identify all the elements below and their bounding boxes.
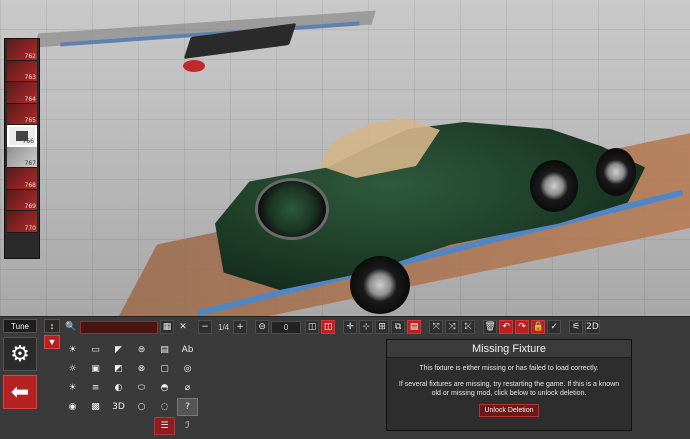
vent-icon[interactable]: ▣ [85,360,106,378]
view-2d-button[interactable]: 2D [585,320,600,334]
front-wheel-far [596,148,636,196]
oval-icon[interactable]: ⬭ [131,379,152,397]
align-icon[interactable]: ⊹ [359,320,374,334]
tool-c-icon[interactable]: ⤪ [461,320,476,334]
mirror-mode-icon[interactable]: ⚟ [569,320,584,334]
ring-icon[interactable]: ○ [131,398,152,416]
dialog-message: This fixture is either missing or has fa… [419,365,599,372]
sticker-icon[interactable]: ℐ [177,417,198,435]
paste-icon[interactable]: ▤ [407,320,422,334]
tool-a-icon[interactable]: ⤧ [429,320,444,334]
3d-mode-button[interactable]: 3D [108,398,129,416]
fixture-number: 765 [24,117,36,124]
previous-page-icon[interactable]: − [198,320,212,334]
dialog-title: Missing Fixture [387,340,631,358]
mirror-fixture-icon[interactable]: ◩ [108,360,129,378]
snap-icon[interactable]: ⊞ [375,320,390,334]
3d-viewport[interactable] [0,0,690,316]
trim-icon[interactable]: ≡ [85,379,106,397]
fixture-number: 762 [24,52,36,60]
dialog-hint: If several fixtures are missing, try res… [398,381,620,397]
search-input[interactable] [80,320,158,334]
fixture-slot[interactable]: 764 [7,82,37,104]
fixture-number: 768 [24,181,36,189]
vertical-move-icon[interactable]: ↕ [44,319,60,333]
clear-search-icon[interactable]: ✕ [176,320,190,334]
spare-wheel [255,178,329,240]
fixture-strip[interactable]: 762 763 764 765 766 767 768 769 770 [4,38,40,259]
rear-wheel [350,256,410,314]
delete-icon[interactable]: 🗑 [483,320,498,334]
spinner-icon[interactable]: ◌ [154,398,175,416]
decal-icon[interactable]: ◫ [305,320,320,334]
page-indicator: 1/4 [218,322,230,332]
spotlight-icon[interactable]: ☀ [62,379,83,397]
exhaust-icon[interactable]: ⌀ [177,379,198,397]
tune-button[interactable]: Tune [3,319,37,333]
lamp-icon[interactable]: ☼ [62,360,83,378]
badge-icon[interactable]: ⊜ [131,341,152,359]
gauge-icon[interactable]: ◤ [108,341,129,359]
unlock-deletion-button[interactable]: Unlock Deletion [479,404,539,417]
scoop-icon[interactable]: ◓ [154,379,175,397]
confirm-icon[interactable]: ✓ [547,320,562,334]
text-icon[interactable]: Ab [177,341,198,359]
fixture-slot-selected[interactable]: 766 [7,125,37,147]
indicator-icon[interactable]: ◉ [62,398,83,416]
search-icon: 🔍 [65,322,77,332]
help-icon[interactable]: ? [177,398,198,416]
fixture-slot[interactable]: 770 [7,211,37,233]
zoom-value[interactable]: 0 [271,320,302,334]
chevron-down-icon[interactable]: ▼ [44,335,60,349]
decal-remove-icon[interactable]: ◫ [321,320,336,334]
mirror-icon[interactable]: ✛ [343,320,358,334]
fixture-slot[interactable]: 765 [7,103,37,125]
panel-icon[interactable]: ▭ [85,341,106,359]
copy-icon[interactable]: ⧉ [391,320,406,334]
redo-icon[interactable]: ↷ [515,320,530,334]
editor-toolbar: 🔍 ▦ ✕ − 1/4 + ⊖ 0 ◫ ◫ ✛ ⊹ ⊞ ⧉ ▤ ⤧ ⤨ ⤪ 🗑 … [64,319,688,335]
next-page-icon[interactable]: + [233,320,248,334]
handle-icon[interactable]: ◐ [108,379,129,397]
move-arrows: ↕ ▼ [44,319,60,351]
fixture-number: 770 [24,224,36,232]
fixture-slot[interactable]: 763 [7,60,37,82]
fixture-category-grid: ☀ ▭ ◤ ⊜ ▤ Ab ☼ ▣ ◩ ⊗ ▢ ◎ ☀ ≡ ◐ ⬭ ◓ ⌀ ◉ ▩… [62,341,202,439]
zoom-icon[interactable]: ⊖ [255,320,270,334]
fixture-slot[interactable]: 762 [7,39,37,61]
lock-icon[interactable]: 🔒 [531,320,546,334]
grid-toggle-icon[interactable]: ▦ [160,320,174,334]
wheel-icon[interactable]: ◎ [177,360,198,378]
stool [183,60,205,72]
fixture-list-icon[interactable]: ☰ [154,417,175,435]
mode-column: Tune ⚙ ⬅ [3,319,39,409]
fixture-number: 763 [24,74,36,81]
missing-fixture-dialog: Missing Fixture This fixture is either m… [386,339,632,431]
fixture-number: 764 [24,95,36,103]
settings-gear-icon[interactable]: ⚙ [3,337,37,371]
fixture-number: 767 [24,160,36,167]
undo-icon[interactable]: ↶ [499,320,514,334]
back-arrow-icon[interactable]: ⬅ [3,375,37,409]
grille-icon[interactable]: ▤ [154,341,175,359]
fixture-slot[interactable]: 767 [7,146,37,168]
plate-icon[interactable]: ▢ [154,360,175,378]
front-wheel [530,160,578,212]
fixture-number: 769 [24,203,36,210]
fixture-slot[interactable]: 768 [7,168,37,190]
fixture-number: 766 [22,137,34,145]
tool-b-icon[interactable]: ⤨ [445,320,460,334]
texture-icon[interactable]: ▩ [85,398,106,416]
light-icon[interactable]: ☀ [62,341,83,359]
emblem-icon[interactable]: ⊗ [131,360,152,378]
fixture-slot[interactable]: 769 [7,189,37,211]
